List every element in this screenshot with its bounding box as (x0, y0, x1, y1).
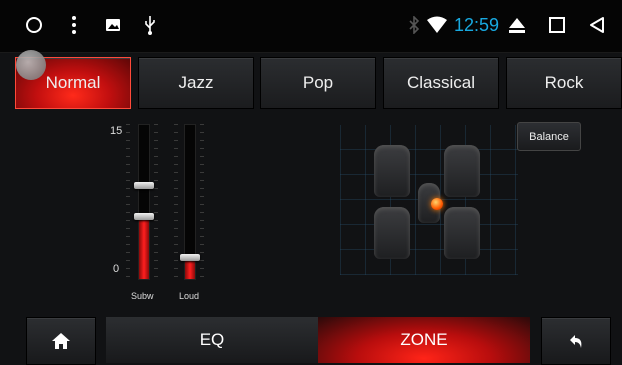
circle-home-icon[interactable] (24, 14, 44, 36)
home-button[interactable] (26, 317, 96, 365)
subw-slider-handle[interactable] (134, 213, 154, 221)
image-icon (106, 14, 120, 36)
balance-button[interactable]: Balance (517, 122, 581, 151)
triangle-back-icon[interactable] (588, 14, 606, 36)
preset-rock-button[interactable]: Rock (506, 57, 622, 109)
preset-jazz-button[interactable]: Jazz (138, 57, 254, 109)
sound-focus-point[interactable] (431, 198, 443, 210)
seat-front-right (444, 145, 480, 197)
subw-slider-top-handle[interactable] (134, 182, 154, 189)
seat-front-left (374, 145, 410, 197)
status-bar: 12:59 (0, 0, 622, 53)
eject-icon[interactable] (508, 14, 526, 36)
status-time: 12:59 (454, 15, 500, 35)
square-recent-icon[interactable] (548, 14, 566, 36)
subw-slider-fill (139, 217, 149, 279)
undo-arrow-icon (570, 335, 582, 348)
subw-scale-ticks-right (154, 124, 158, 278)
tab-eq[interactable]: EQ (106, 317, 318, 363)
loud-scale-ticks-right (200, 124, 204, 278)
sound-zone-map[interactable] (340, 125, 518, 275)
scale-max-label: 15 (110, 125, 123, 137)
tab-zone[interactable]: ZONE (318, 317, 530, 363)
home-icon (52, 333, 70, 349)
bluetooth-icon (408, 14, 420, 36)
preset-classical-button[interactable]: Classical (383, 57, 499, 109)
floating-assist-icon[interactable] (16, 50, 46, 80)
subw-scale-ticks (126, 124, 130, 278)
subw-slider-track[interactable] (138, 124, 150, 280)
loud-scale-ticks (174, 124, 178, 278)
back-button[interactable] (541, 317, 611, 365)
wifi-icon (426, 14, 448, 36)
loud-label: Loud (179, 291, 200, 301)
loud-slider-handle[interactable] (180, 254, 200, 262)
seat-rear-left (374, 207, 410, 259)
loud-slider-fill (185, 258, 195, 279)
preset-pop-button[interactable]: Pop (260, 57, 376, 109)
eq-zone-switch[interactable]: EQ ZONE (106, 317, 530, 363)
usb-icon (144, 14, 156, 36)
more-vert-icon[interactable] (70, 14, 78, 36)
scale-min-label: 0 (113, 263, 120, 275)
subw-label: Subw (131, 291, 154, 301)
seat-rear-right (444, 207, 480, 259)
